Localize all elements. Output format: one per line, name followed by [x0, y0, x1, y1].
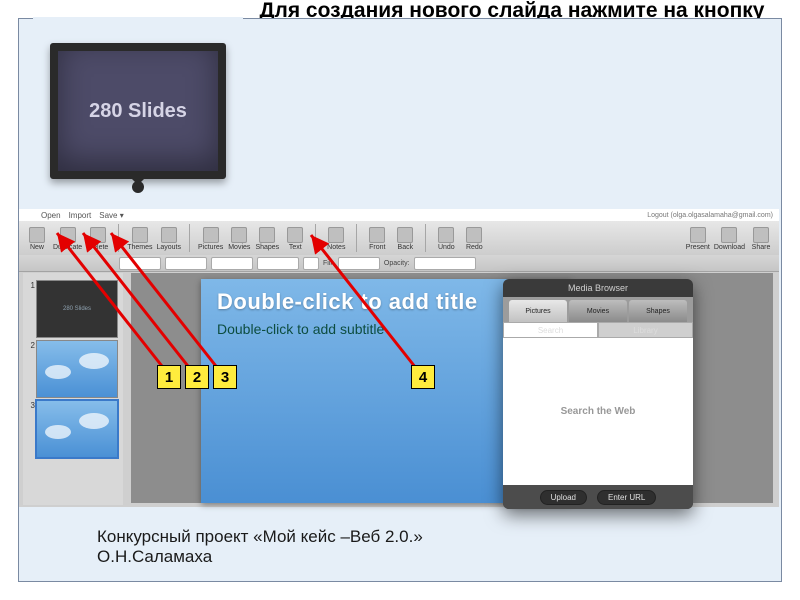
tab-library[interactable]: Library: [598, 322, 693, 338]
tab-shapes[interactable]: Shapes: [629, 300, 687, 322]
credit-line-2: О.Н.Саламаха: [97, 547, 423, 567]
bring-front-icon: [369, 227, 385, 243]
tab-movies[interactable]: Movies: [569, 300, 627, 322]
pictures-button[interactable]: Pictures: [198, 225, 223, 251]
new-slide-button[interactable]: New: [25, 225, 49, 251]
layouts-icon: [161, 227, 177, 243]
toolbar-group-slides: New Duplicate Delete: [25, 225, 110, 251]
present-button[interactable]: Present: [686, 225, 710, 251]
thumb-1[interactable]: 1 280 Slides: [25, 281, 121, 337]
opt-h[interactable]: [257, 257, 299, 270]
undo-button[interactable]: Undo: [434, 225, 458, 251]
duplicate-icon: [60, 227, 76, 243]
separator: [356, 224, 357, 252]
thumb-3[interactable]: 3: [25, 401, 121, 457]
separator: [315, 224, 316, 252]
redo-button[interactable]: Redo: [462, 225, 486, 251]
toolbar: New Duplicate Delete Themes Layouts Pict…: [19, 221, 779, 256]
thumb-preview: [37, 401, 117, 457]
fill-label: Fill:: [323, 260, 334, 267]
toolbar-group-notes: Notes: [324, 225, 348, 251]
pictures-icon: [203, 227, 219, 243]
send-back-icon: [397, 227, 413, 243]
redo-icon: [466, 227, 482, 243]
search-hint: Search the Web: [561, 406, 636, 417]
option-bar: Fill: Opacity:: [19, 255, 779, 272]
separator: [189, 224, 190, 252]
opt-x[interactable]: [119, 257, 161, 270]
toolbar-group-media: Pictures Movies Shapes Text: [198, 225, 307, 251]
callout-1: 1: [157, 365, 181, 389]
themes-button[interactable]: Themes: [127, 225, 152, 251]
tutorial-slide: Для создания нового слайда нажмите на кн…: [0, 0, 800, 600]
menu-import[interactable]: Import: [69, 211, 92, 220]
layouts-button[interactable]: Layouts: [156, 225, 181, 251]
slide-subtitle-placeholder[interactable]: Double-click to add subtitle: [217, 321, 384, 337]
back-button[interactable]: Back: [393, 225, 417, 251]
opacity-slider[interactable]: [414, 257, 476, 270]
app-screenshot: Open Import Save ▾ Logout (olga.olgasala…: [19, 209, 779, 507]
share-icon: [753, 227, 769, 243]
text-icon: [287, 227, 303, 243]
duplicate-slide-button[interactable]: Duplicate: [53, 225, 82, 251]
slide-sidebar: 1 280 Slides 2 3: [23, 273, 123, 505]
slide-frame: 280 Slides Open Import Save ▾ Logout (ol…: [18, 18, 782, 582]
fill-swatch[interactable]: [338, 257, 380, 270]
callout-3: 3: [213, 365, 237, 389]
opt-w[interactable]: [211, 257, 253, 270]
delete-icon: [90, 227, 106, 243]
opt-lock[interactable]: [303, 257, 319, 270]
tab-pictures[interactable]: Pictures: [509, 300, 567, 322]
projector-screen-icon: 280 Slides: [50, 43, 226, 179]
text-button[interactable]: Text: [283, 225, 307, 251]
toolbar-group-design: Themes Layouts: [127, 225, 181, 251]
menu-save[interactable]: Save ▾: [99, 211, 123, 220]
credit: Конкурсный проект «Мой кейс –Веб 2.0.» О…: [97, 527, 423, 567]
plus-icon: [29, 227, 45, 243]
download-button[interactable]: Download: [714, 225, 745, 251]
media-browser-footer: Upload Enter URL: [503, 485, 693, 509]
toolbar-group-arrange: Front Back: [365, 225, 417, 251]
undo-icon: [438, 227, 454, 243]
app-logo: 280 Slides: [33, 17, 243, 205]
present-icon: [690, 227, 706, 243]
media-source-tabs: Search Library: [503, 322, 693, 338]
download-icon: [721, 227, 737, 243]
movies-icon: [231, 227, 247, 243]
themes-icon: [132, 227, 148, 243]
toolbar-group-right: Present Download Share: [686, 225, 773, 251]
thumb-preview: [37, 341, 117, 397]
menu-open[interactable]: Open: [41, 211, 61, 220]
share-button[interactable]: Share: [749, 225, 773, 251]
credit-line-1: Конкурсный проект «Мой кейс –Веб 2.0.»: [97, 527, 423, 547]
upload-button[interactable]: Upload: [540, 490, 587, 505]
tab-search[interactable]: Search: [503, 322, 598, 338]
notes-icon: [328, 227, 344, 243]
shapes-icon: [259, 227, 275, 243]
media-browser-body[interactable]: Search the Web: [503, 338, 693, 485]
separator: [118, 224, 119, 252]
opt-y[interactable]: [165, 257, 207, 270]
media-browser-title: Media Browser: [503, 279, 693, 297]
callout-2: 2: [185, 365, 209, 389]
slide-title-placeholder[interactable]: Double-click to add title: [217, 289, 478, 315]
thumb-2[interactable]: 2: [25, 341, 121, 397]
toolbar-group-history: Undo Redo: [434, 225, 486, 251]
callout-4: 4: [411, 365, 435, 389]
enter-url-button[interactable]: Enter URL: [597, 490, 656, 505]
thumb-preview: 280 Slides: [37, 281, 117, 337]
front-button[interactable]: Front: [365, 225, 389, 251]
opacity-label: Opacity:: [384, 260, 410, 267]
logo-text: 280 Slides: [89, 100, 187, 123]
separator: [425, 224, 426, 252]
account-hint[interactable]: Logout (olga.olgasalamaha@gmail.com): [647, 212, 773, 219]
delete-slide-button[interactable]: Delete: [86, 225, 110, 251]
shapes-button[interactable]: Shapes: [255, 225, 279, 251]
notes-button[interactable]: Notes: [324, 225, 348, 251]
movies-button[interactable]: Movies: [227, 225, 251, 251]
media-browser-window[interactable]: Media Browser Pictures Movies Shapes Sea…: [503, 279, 693, 509]
media-category-tabs: Pictures Movies Shapes: [503, 297, 693, 322]
